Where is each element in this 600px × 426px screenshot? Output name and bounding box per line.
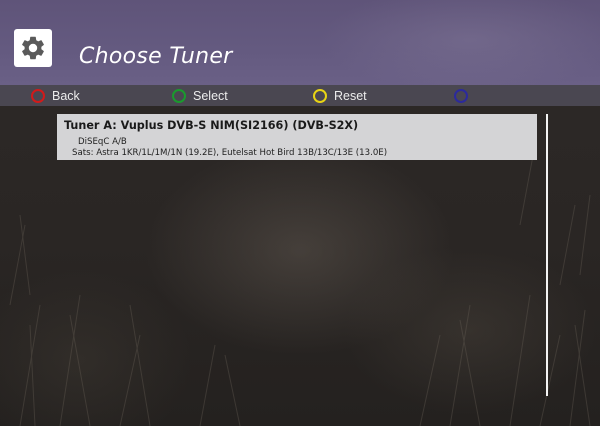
tuner-satellites: Sats: Astra 1KR/1L/1M/1N (19.2E), Eutels… — [72, 148, 388, 158]
reset-button-label: Reset — [334, 88, 367, 103]
yellow-ring-icon — [313, 88, 327, 103]
select-button-label: Select — [193, 88, 228, 103]
screen: Choose Tuner Back Select Reset Tuner A: … — [0, 0, 600, 426]
back-button[interactable]: Back — [31, 85, 80, 106]
page-title: Choose Tuner — [79, 44, 233, 69]
header-bar: Choose Tuner — [0, 0, 600, 85]
list-scrollbar[interactable] — [546, 114, 548, 396]
header-glow — [250, 0, 600, 85]
gear-icon — [22, 36, 44, 60]
green-ring-icon — [172, 88, 186, 103]
reset-button[interactable]: Reset — [313, 85, 367, 106]
tuner-list-item-selected[interactable]: Tuner A: Vuplus DVB-S NIM(SI2166) (DVB-S… — [57, 114, 537, 160]
select-button[interactable]: Select — [172, 85, 228, 106]
tuner-name: Tuner A: Vuplus DVB-S NIM(SI2166) (DVB-S… — [64, 119, 359, 132]
blue-ring-icon — [454, 88, 468, 103]
back-button-label: Back — [52, 88, 80, 103]
settings-gear-icon — [14, 29, 52, 67]
red-ring-icon — [31, 88, 45, 103]
blue-button[interactable] — [454, 85, 475, 106]
tuner-list: Tuner A: Vuplus DVB-S NIM(SI2166) (DVB-S… — [57, 114, 537, 160]
color-button-bar: Back Select Reset — [0, 85, 600, 106]
tuner-mode: DiSEqC A/B — [78, 137, 127, 147]
